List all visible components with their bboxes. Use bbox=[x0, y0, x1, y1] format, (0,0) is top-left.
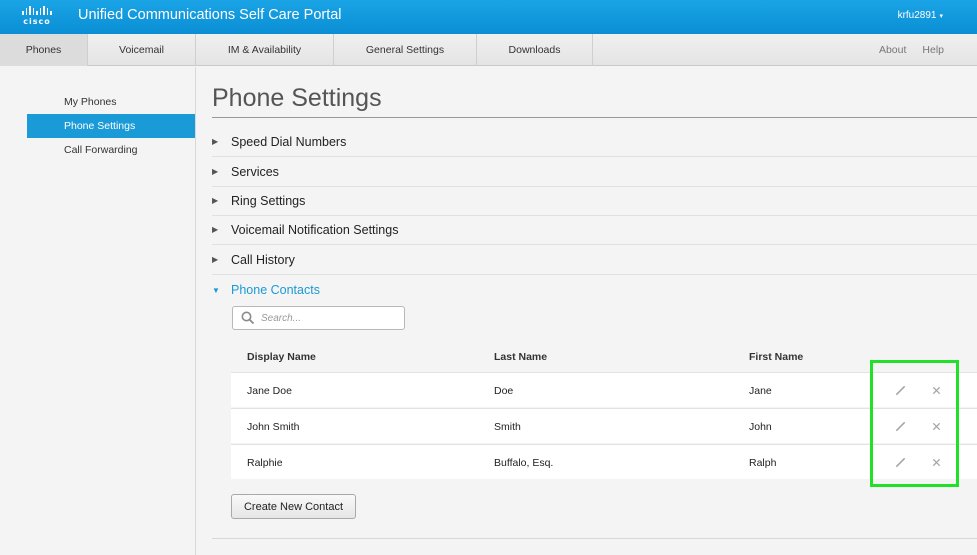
cell-last-name: Doe bbox=[494, 384, 514, 397]
tab-phones[interactable]: Phones bbox=[0, 34, 88, 66]
section-services[interactable]: ▶ Services bbox=[212, 157, 977, 187]
expand-arrow-icon: ▶ bbox=[212, 255, 219, 264]
pencil-icon[interactable] bbox=[892, 454, 908, 470]
cell-last-name: Smith bbox=[494, 420, 521, 433]
cell-first-name: John bbox=[749, 420, 772, 433]
cisco-logo[interactable]: cisco bbox=[18, 6, 56, 28]
tab-im-availability[interactable]: IM & Availability bbox=[196, 34, 334, 66]
expand-arrow-icon: ▶ bbox=[212, 196, 219, 205]
tab-downloads[interactable]: Downloads bbox=[477, 34, 593, 66]
about-link[interactable]: About bbox=[879, 44, 906, 56]
tab-voicemail[interactable]: Voicemail bbox=[88, 34, 196, 66]
create-new-contact-button[interactable]: Create New Contact bbox=[231, 494, 356, 519]
cell-display-name: Jane Doe bbox=[247, 384, 292, 397]
section-label: Speed Dial Numbers bbox=[231, 134, 347, 149]
section-label: Voicemail Notification Settings bbox=[231, 222, 399, 237]
nav-right-links: About Help bbox=[879, 34, 944, 66]
sidebar-item-call-forwarding[interactable]: Call Forwarding bbox=[27, 138, 195, 162]
logo-text: cisco bbox=[23, 17, 51, 26]
main-nav: Phones Voicemail IM & Availability Gener… bbox=[0, 34, 977, 66]
section-label: Ring Settings bbox=[231, 193, 306, 208]
search-icon bbox=[241, 311, 255, 325]
table-row: Jane Doe Doe Jane bbox=[231, 372, 977, 407]
expand-arrow-icon: ▶ bbox=[212, 225, 219, 234]
search-input[interactable] bbox=[261, 312, 401, 324]
section-label: Phone Contacts bbox=[231, 283, 320, 297]
bottom-divider bbox=[212, 538, 977, 539]
column-header-display-name[interactable]: Display Name bbox=[247, 351, 316, 363]
section-voicemail-notification[interactable]: ▶ Voicemail Notification Settings bbox=[212, 215, 977, 245]
user-menu[interactable]: krfu2891 ▾ bbox=[898, 10, 943, 21]
expand-arrow-icon: ▶ bbox=[212, 167, 219, 176]
user-name: krfu2891 bbox=[897, 10, 937, 21]
sidebar-item-phone-settings[interactable]: Phone Settings bbox=[27, 114, 195, 138]
tab-general-settings[interactable]: General Settings bbox=[334, 34, 477, 66]
chevron-down-icon: ▾ bbox=[939, 13, 943, 20]
sidebar-item-my-phones[interactable]: My Phones bbox=[27, 90, 195, 114]
collapse-arrow-icon: ▼ bbox=[212, 285, 220, 295]
section-label: Call History bbox=[231, 252, 295, 267]
section-speed-dial[interactable]: ▶ Speed Dial Numbers bbox=[212, 127, 977, 157]
cell-first-name: Ralph bbox=[749, 456, 777, 469]
section-ring-settings[interactable]: ▶ Ring Settings bbox=[212, 186, 977, 216]
close-icon[interactable] bbox=[928, 382, 944, 398]
sidebar: My Phones Phone Settings Call Forwarding bbox=[0, 67, 196, 555]
section-call-history[interactable]: ▶ Call History bbox=[212, 245, 977, 275]
close-icon[interactable] bbox=[928, 454, 944, 470]
column-header-first-name[interactable]: First Name bbox=[749, 351, 803, 363]
table-row: Ralphie Buffalo, Esq. Ralph bbox=[231, 444, 977, 479]
column-header-last-name[interactable]: Last Name bbox=[494, 351, 547, 363]
cisco-bars-icon bbox=[18, 6, 56, 15]
page-title: Phone Settings bbox=[212, 84, 382, 112]
title-divider bbox=[212, 117, 977, 118]
pencil-icon[interactable] bbox=[892, 418, 908, 434]
cell-display-name: John Smith bbox=[247, 420, 300, 433]
app-header: cisco Unified Communications Self Care P… bbox=[0, 0, 977, 34]
section-phone-contacts[interactable]: ▼ Phone Contacts bbox=[212, 275, 977, 305]
help-link[interactable]: Help bbox=[922, 44, 944, 56]
cell-last-name: Buffalo, Esq. bbox=[494, 456, 554, 469]
pencil-icon[interactable] bbox=[892, 382, 908, 398]
cell-display-name: Ralphie bbox=[247, 456, 283, 469]
table-row: John Smith Smith John bbox=[231, 408, 977, 443]
section-label: Services bbox=[231, 164, 279, 179]
cell-first-name: Jane bbox=[749, 384, 772, 397]
app-title: Unified Communications Self Care Portal bbox=[78, 7, 342, 23]
close-icon[interactable] bbox=[928, 418, 944, 434]
expand-arrow-icon: ▶ bbox=[212, 137, 219, 146]
contact-search[interactable] bbox=[232, 306, 405, 330]
